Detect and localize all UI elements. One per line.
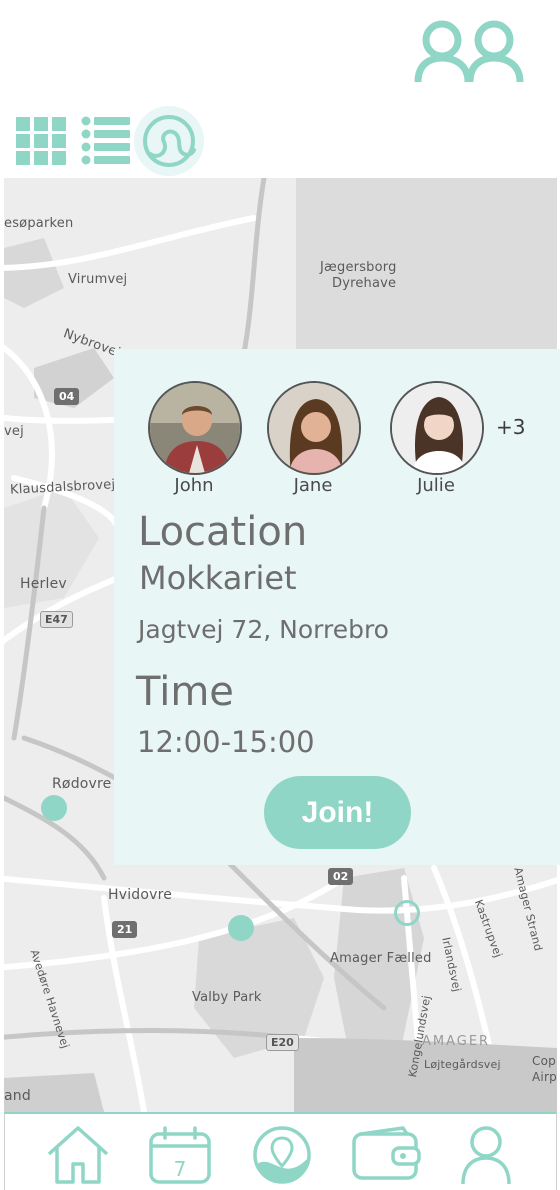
attendee-name: Jane bbox=[293, 475, 333, 496]
profile-icon bbox=[461, 1126, 511, 1185]
home-icon bbox=[47, 1126, 109, 1184]
map-label-valby-park: Valby Park bbox=[192, 990, 262, 1005]
list-icon bbox=[81, 116, 130, 165]
event-pin[interactable] bbox=[41, 795, 67, 821]
time-heading: Time bbox=[136, 669, 234, 715]
map-label-jaegersborg: Jægersborg bbox=[320, 260, 397, 275]
view-toggles bbox=[0, 100, 560, 178]
nav-map[interactable] bbox=[249, 1124, 315, 1186]
nav-home[interactable] bbox=[45, 1124, 111, 1186]
location-address: Jagtvej 72, Norrebro bbox=[138, 615, 389, 644]
map-label-lojtegardsvej: Løjtegårdsvej bbox=[424, 1058, 501, 1071]
two-people-icon bbox=[414, 20, 524, 83]
attendee-name: Julie bbox=[417, 475, 455, 496]
map-label-virumvej: Virumvej bbox=[68, 272, 128, 287]
nav-calendar[interactable]: 7 bbox=[147, 1124, 213, 1186]
map-pin-icon bbox=[253, 1126, 311, 1184]
person-photo-icon bbox=[269, 383, 359, 473]
road-badge-21: 21 bbox=[112, 921, 138, 938]
join-button[interactable]: Join! bbox=[264, 776, 411, 849]
map-label-esoparken: esøparken bbox=[4, 216, 74, 231]
wallet-icon bbox=[352, 1126, 421, 1180]
map-label-herlev: Herlev bbox=[20, 576, 67, 592]
person-photo-icon bbox=[392, 383, 482, 473]
friends-button[interactable] bbox=[412, 16, 528, 86]
event-pin[interactable] bbox=[228, 915, 254, 941]
top-bar bbox=[0, 0, 560, 100]
bottom-nav: 7 bbox=[4, 1112, 557, 1190]
map-label-cop: Cop bbox=[532, 1054, 556, 1068]
grid-view-button[interactable] bbox=[14, 115, 68, 167]
road-badge-04: 04 bbox=[54, 388, 80, 405]
person-photo-icon bbox=[150, 383, 240, 473]
map-label-amager: AMAGER bbox=[422, 1034, 491, 1049]
map-label-amager-faelled: Amager Fælled bbox=[330, 951, 432, 966]
avatar-jane[interactable] bbox=[267, 381, 361, 475]
road-badge-e20: E20 bbox=[266, 1034, 299, 1051]
event-card: John Jane Julie +3 Location Mokkariet Ja… bbox=[114, 349, 560, 865]
location-name: Mokkariet bbox=[139, 559, 297, 597]
map-swirl-icon bbox=[143, 115, 196, 167]
avatar-john[interactable] bbox=[148, 381, 242, 475]
calendar-day: 7 bbox=[174, 1157, 187, 1181]
list-view-button[interactable] bbox=[80, 115, 132, 167]
map-label-vej: vej bbox=[4, 424, 24, 439]
event-pin-selected[interactable] bbox=[394, 900, 420, 926]
map-view-button[interactable] bbox=[134, 106, 204, 176]
nav-profile[interactable] bbox=[453, 1124, 519, 1186]
road-badge-e47: E47 bbox=[40, 611, 73, 628]
more-attendees-count[interactable]: +3 bbox=[496, 415, 525, 439]
map-label-dyrehave: Dyrehave bbox=[332, 276, 397, 291]
grid-icon bbox=[16, 117, 66, 165]
map-label-hvidovre: Hvidovre bbox=[108, 887, 173, 903]
map-label-airp: Airp bbox=[532, 1070, 557, 1084]
attendee-name: John bbox=[174, 475, 214, 496]
time-value: 12:00-15:00 bbox=[137, 725, 315, 759]
avatar-julie[interactable] bbox=[390, 381, 484, 475]
calendar-icon: 7 bbox=[149, 1126, 211, 1184]
nav-wallet[interactable] bbox=[351, 1124, 421, 1186]
map-label-and: and bbox=[4, 1088, 31, 1104]
location-heading: Location bbox=[138, 509, 308, 555]
map-label-rodovre: Rødovre bbox=[52, 776, 112, 792]
road-badge-02: 02 bbox=[328, 868, 354, 885]
